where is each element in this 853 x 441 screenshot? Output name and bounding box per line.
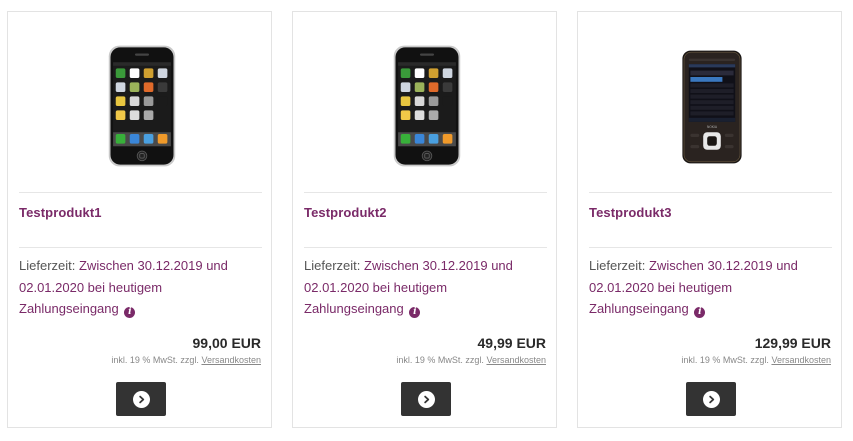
product-card[interactable]: Testprodukt2 Lieferzeit: Zwischen 30.12.… — [292, 11, 557, 428]
product-image[interactable] — [589, 24, 832, 192]
divider — [19, 247, 262, 248]
shipping-link[interactable]: Versandkosten — [201, 355, 261, 365]
tax-text: inkl. 19 % MwSt. zzgl. — [681, 355, 769, 365]
product-title[interactable]: Testprodukt1 — [19, 205, 102, 220]
product-card[interactable]: Testprodukt1 Lieferzeit: Zwischen 30.12.… — [7, 11, 272, 428]
info-icon[interactable]: i — [694, 307, 706, 318]
delivery-value: Zwischen 30.12.2019 und — [649, 258, 798, 273]
delivery-info: Lieferzeit: Zwischen 30.12.2019 und 02.0… — [304, 255, 539, 320]
nokia-phone-image — [681, 50, 743, 164]
divider — [589, 247, 832, 248]
tax-text: inkl. 19 % MwSt. zzgl. — [396, 355, 484, 365]
tax-note: inkl. 19 % MwSt. zzgl. Versandkosten — [111, 355, 261, 365]
view-product-button[interactable] — [116, 382, 166, 416]
delivery-value: 02.01.2020 bei heutigem — [19, 279, 163, 295]
shipping-link[interactable]: Versandkosten — [486, 355, 546, 365]
product-image[interactable] — [19, 24, 262, 192]
divider — [304, 192, 547, 193]
info-icon[interactable]: i — [124, 307, 136, 318]
delivery-value: Zahlungseingang — [304, 301, 404, 316]
arrow-right-icon — [702, 390, 720, 408]
tax-note: inkl. 19 % MwSt. zzgl. Versandkosten — [396, 355, 546, 365]
info-icon[interactable]: i — [409, 307, 421, 318]
tax-note: inkl. 19 % MwSt. zzgl. Versandkosten — [681, 355, 831, 365]
view-product-button[interactable] — [401, 382, 451, 416]
product-title[interactable]: Testprodukt2 — [304, 205, 387, 220]
iphone-image — [108, 45, 176, 167]
arrow-right-icon — [132, 390, 150, 408]
product-price: 129,99 EUR — [754, 335, 831, 351]
product-title[interactable]: Testprodukt3 — [589, 205, 672, 220]
tax-text: inkl. 19 % MwSt. zzgl. — [111, 355, 199, 365]
arrow-right-icon — [417, 390, 435, 408]
iphone-image — [393, 45, 461, 167]
product-grid: Testprodukt1 Lieferzeit: Zwischen 30.12.… — [7, 11, 847, 429]
divider — [304, 247, 547, 248]
divider — [589, 192, 832, 193]
delivery-value: Zahlungseingang — [589, 301, 689, 316]
product-card[interactable]: Testprodukt3 Lieferzeit: Zwischen 30.12.… — [577, 11, 842, 428]
delivery-info: Lieferzeit: Zwischen 30.12.2019 und 02.0… — [19, 255, 254, 320]
delivery-value: 02.01.2020 bei heutigem — [304, 279, 448, 295]
shipping-link[interactable]: Versandkosten — [771, 355, 831, 365]
delivery-value: Zwischen 30.12.2019 und — [364, 258, 513, 273]
view-product-button[interactable] — [686, 382, 736, 416]
delivery-label: Lieferzeit: — [589, 258, 646, 273]
delivery-info: Lieferzeit: Zwischen 30.12.2019 und 02.0… — [589, 255, 824, 320]
delivery-value: 02.01.2020 bei heutigem — [589, 279, 733, 295]
delivery-value: Zwischen 30.12.2019 und — [79, 258, 228, 273]
product-image[interactable] — [304, 24, 547, 192]
product-price: 99,00 EUR — [192, 335, 261, 351]
delivery-label: Lieferzeit: — [19, 258, 76, 273]
product-price: 49,99 EUR — [477, 335, 546, 351]
delivery-label: Lieferzeit: — [304, 258, 361, 273]
divider — [19, 192, 262, 193]
delivery-value: Zahlungseingang — [19, 301, 119, 316]
